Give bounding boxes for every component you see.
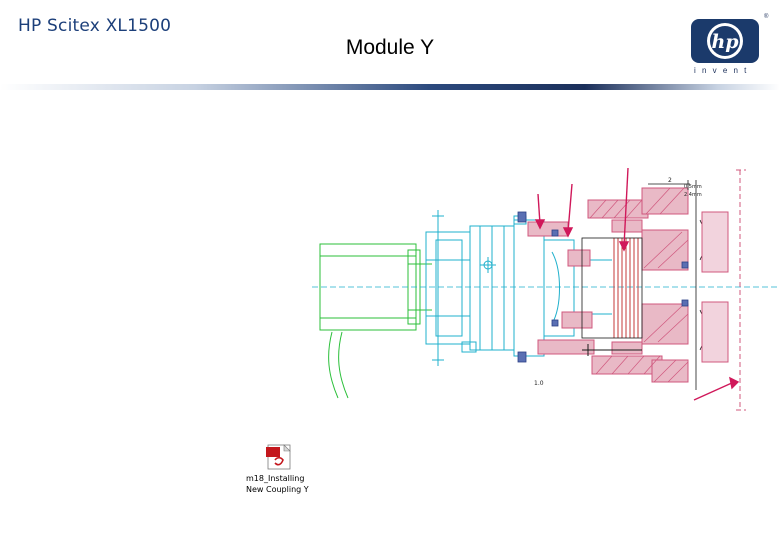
motor-cable: [328, 331, 349, 399]
frame-outline: [736, 169, 746, 411]
hp-logo-text: hp: [711, 31, 739, 53]
attachment-label-line1: m18_Installing: [246, 474, 305, 483]
housing-parts: [527, 187, 689, 383]
attachment-label-line2: New Coupling Y: [246, 485, 309, 494]
mount-plate: [701, 211, 729, 363]
page-title: Module Y: [345, 36, 435, 59]
hp-logo: hp: [691, 19, 759, 63]
pdf-file-icon[interactable]: [265, 444, 295, 470]
brand-title: HP Scitex XL1500: [18, 16, 172, 36]
dimension-label-gap-top: 0.5mm: [684, 184, 702, 190]
logo-tagline: invent: [694, 66, 753, 75]
dimension-label-top: 2: [668, 177, 672, 184]
header-divider: [0, 84, 780, 90]
shaft-core: [581, 237, 643, 356]
dimension-label-gap-bottom: 2.4mm: [684, 192, 702, 198]
dimension-label-bottom: 1.0: [534, 380, 544, 387]
attachment-label[interactable]: m18_Installing New Coupling Y: [246, 473, 326, 495]
module-y-drawing: 2 0.5mm 2.4mm 1.0: [312, 167, 780, 411]
trademark-mark: ®: [764, 14, 769, 20]
